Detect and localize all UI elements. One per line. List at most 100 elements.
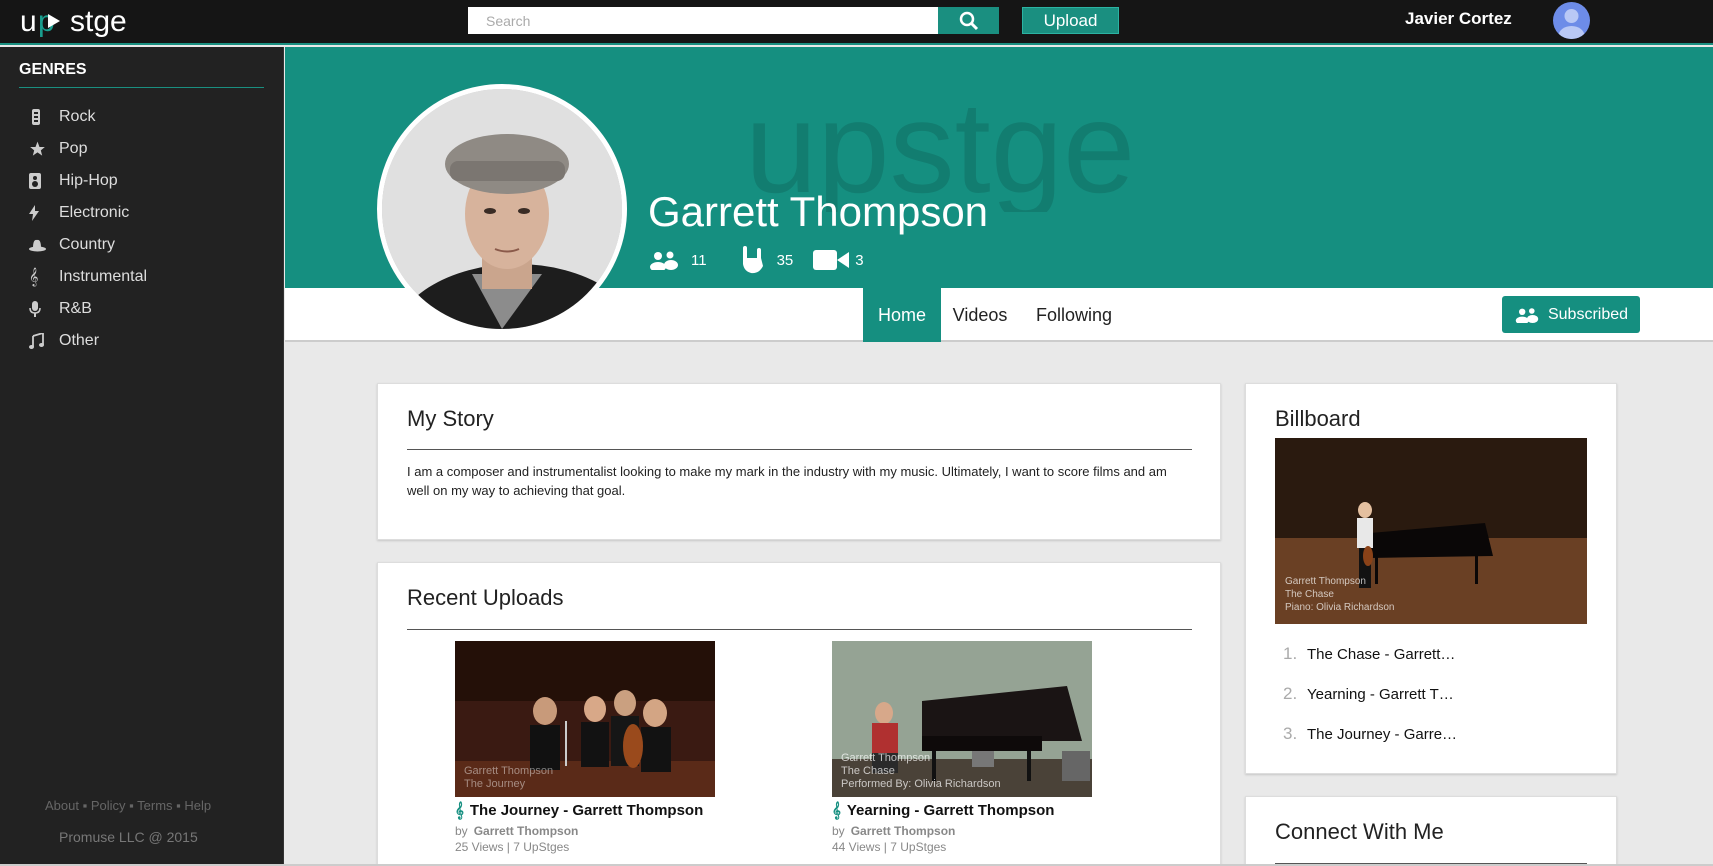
billboard-rank: 1.	[1283, 644, 1298, 663]
cowboy-hat-icon	[29, 238, 59, 252]
upload-author[interactable]: Garrett Thompson	[851, 824, 956, 838]
sidebar-item-instrumental[interactable]: 𝄞 Instrumental	[29, 261, 147, 293]
upload-byline: by Garrett Thompson	[455, 824, 715, 838]
subscribed-button[interactable]: Subscribed	[1502, 296, 1640, 333]
upload-title[interactable]: 𝄞 Yearning - Garrett Thompson	[832, 801, 1092, 819]
upload-author[interactable]: Garrett Thompson	[474, 824, 579, 838]
tab-videos[interactable]: Videos	[941, 288, 1019, 342]
connect-title: Connect With Me	[1275, 819, 1444, 844]
footer-link-help[interactable]: Help	[184, 798, 211, 813]
user-silhouette-icon	[1558, 9, 1585, 39]
footer-link-terms[interactable]: Terms	[137, 798, 172, 813]
subscribed-label: Subscribed	[1547, 305, 1629, 323]
billboard-list: 1. The Chase - Garrett… 2. Yearning - Ga…	[1283, 634, 1457, 754]
user-avatar[interactable]	[1553, 2, 1590, 39]
star-icon	[29, 141, 59, 157]
footer-link-about[interactable]: About	[45, 798, 79, 813]
billboard-title: Billboard	[1275, 406, 1361, 431]
caption-line: Piano: Olivia Richardson	[1285, 602, 1395, 613]
sidebar-item-electronic[interactable]: Electronic	[29, 197, 147, 229]
videos-stat[interactable]: 3	[813, 250, 864, 270]
connect-card: Connect With Me	[1245, 796, 1617, 866]
upload-item[interactable]: Garrett Thompson The Journey 𝄞 The Journ…	[455, 641, 715, 854]
caption-line: Garrett Thompson	[1285, 576, 1366, 587]
billboard-video[interactable]: Garrett Thompson The Chase Piano: Olivia…	[1275, 438, 1587, 624]
caption-line: The Chase	[1285, 589, 1334, 600]
billboard-item[interactable]: 3. The Journey - Garre…	[1283, 714, 1457, 754]
rocks-stat[interactable]: 35	[741, 246, 794, 274]
sidebar-item-country[interactable]: Country	[29, 229, 147, 261]
caption-line: Garrett Thompson	[841, 752, 931, 764]
upload-button[interactable]: Upload	[1022, 7, 1119, 34]
sidebar: GENRES Rock Pop Hip-Hop Electronic Count…	[0, 47, 284, 866]
my-story-title: My Story	[407, 406, 494, 431]
sidebar-item-label: R&B	[59, 300, 92, 317]
followers-stat[interactable]: 11	[649, 250, 707, 270]
guitar-icon	[29, 109, 59, 125]
caption-line: Garrett Thompson	[464, 765, 554, 777]
by-label: by	[832, 824, 845, 838]
thumbnail-caption: Garrett Thompson The Chase Performed By:…	[841, 752, 1001, 791]
tab-home[interactable]: Home	[863, 288, 941, 342]
footer-links: About ▪ Policy ▪ Terms ▪ Help	[45, 798, 211, 813]
user-name[interactable]: Javier Cortez	[1405, 9, 1512, 29]
videos-count: 3	[855, 251, 864, 269]
video-thumbnail[interactable]: Garrett Thompson The Chase Performed By:…	[832, 641, 1092, 797]
video-thumbnail[interactable]: Garrett Thompson The Journey	[455, 641, 715, 797]
lightning-icon	[29, 205, 59, 221]
upload-meta: 44 Views | 7 UpStges	[832, 840, 947, 854]
treble-clef-icon: 𝄞	[455, 801, 464, 819]
footer-link-policy[interactable]: Policy	[91, 798, 126, 813]
my-story-card: My Story I am a composer and instrumenta…	[377, 383, 1221, 540]
genre-list: Rock Pop Hip-Hop Electronic Country 𝄞 In…	[29, 101, 147, 357]
profile-stats: 11 35 3	[649, 246, 884, 274]
upload-byline: by Garrett Thompson	[832, 824, 1092, 838]
followers-icon	[650, 251, 678, 270]
rock-hand-icon	[742, 246, 763, 274]
my-story-text: I am a composer and instrumentalist look…	[407, 464, 1167, 498]
search-icon	[959, 11, 978, 30]
sidebar-item-label: Rock	[59, 108, 96, 125]
sidebar-item-label: Other	[59, 332, 100, 349]
upload-title[interactable]: 𝄞 The Journey - Garrett Thompson	[455, 801, 715, 819]
sidebar-item-label: Instrumental	[59, 268, 148, 285]
profile-photo[interactable]	[377, 84, 627, 334]
sidebar-item-other[interactable]: Other	[29, 325, 147, 357]
billboard-item[interactable]: 2. Yearning - Garrett T…	[1283, 674, 1457, 714]
footer-separator: ▪	[176, 798, 181, 813]
genres-title: GENRES	[19, 61, 264, 88]
billboard-rank: 2.	[1283, 684, 1298, 703]
upload-item[interactable]: Garrett Thompson The Chase Performed By:…	[832, 641, 1092, 854]
upload-title-text: The Journey - Garrett Thompson	[469, 801, 704, 819]
thumbnail-caption: Garrett Thompson The Journey	[464, 765, 553, 791]
sidebar-item-rnb[interactable]: R&B	[29, 293, 147, 325]
recent-uploads-title: Recent Uploads	[407, 585, 564, 610]
video-camera-icon	[813, 250, 850, 270]
sidebar-item-label: Hip-Hop	[59, 172, 118, 189]
rocks-count: 35	[776, 251, 794, 269]
by-label: by	[455, 824, 468, 838]
footer-separator: ▪	[82, 798, 88, 813]
sidebar-item-label: Pop	[59, 140, 88, 157]
music-note-icon	[29, 333, 59, 349]
sidebar-item-pop[interactable]: Pop	[29, 133, 147, 165]
sidebar-item-rock[interactable]: Rock	[29, 101, 147, 133]
upload-meta: 25 Views | 7 UpStges	[455, 840, 570, 854]
footer-separator: ▪	[129, 798, 134, 813]
billboard-item[interactable]: 1. The Chase - Garrett…	[1283, 634, 1457, 674]
sidebar-item-hip-hop[interactable]: Hip-Hop	[29, 165, 147, 197]
billboard-rank: 3.	[1283, 724, 1298, 743]
speaker-icon	[29, 173, 59, 189]
microphone-icon	[29, 301, 59, 317]
search-button[interactable]	[938, 7, 999, 34]
tab-following[interactable]: Following	[1019, 288, 1129, 342]
divider	[407, 449, 1192, 450]
search-input[interactable]	[468, 7, 938, 34]
sidebar-item-label: Electronic	[59, 204, 130, 221]
profile-photo-image	[382, 89, 622, 329]
billboard-item-title: The Chase - Garrett…	[1307, 645, 1456, 663]
billboard-card: Billboard Garrett Thompson The Chase Pia…	[1245, 383, 1617, 774]
sidebar-item-label: Country	[59, 236, 116, 253]
upstge-logo[interactable]: u p stge	[18, 4, 168, 40]
svg-text:stge: stge	[70, 5, 127, 38]
